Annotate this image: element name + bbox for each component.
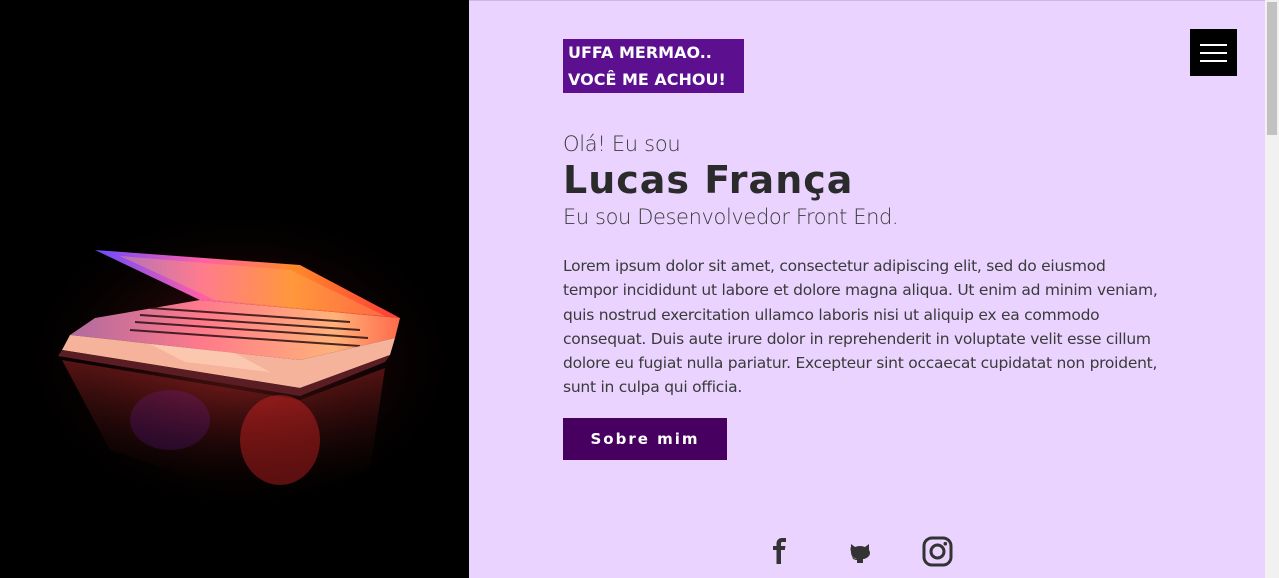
easter-egg-badge: UFFA MERMAO.. VOCÊ ME ACHOU! xyxy=(563,39,744,93)
laptop-illustration xyxy=(10,200,469,520)
main-content: UFFA MERMAO.. VOCÊ ME ACHOU! Olá! Eu sou… xyxy=(469,0,1265,578)
greeting-text: Olá! Eu sou xyxy=(563,132,681,156)
page-scrollbar[interactable] xyxy=(1265,0,1279,578)
scrollbar-thumb[interactable] xyxy=(1267,2,1277,135)
page-title: Lucas França xyxy=(563,158,854,202)
role-text: Eu sou Desenvolvedor Front End. xyxy=(563,205,899,229)
instagram-icon xyxy=(922,536,952,566)
menu-button[interactable] xyxy=(1190,29,1237,76)
badge-line-2: VOCÊ ME ACHOU! xyxy=(568,70,726,89)
hero-laptop-image xyxy=(0,0,469,578)
instagram-link[interactable] xyxy=(921,535,953,567)
github-icon xyxy=(850,544,870,563)
github-link[interactable] xyxy=(845,535,875,567)
bio-paragraph: Lorem ipsum dolor sit amet, consectetur … xyxy=(563,257,1158,397)
facebook-link[interactable] xyxy=(765,535,793,567)
about-me-button[interactable]: Sobre mim xyxy=(563,418,727,460)
facebook-icon xyxy=(773,538,786,564)
badge-line-1: UFFA MERMAO.. xyxy=(568,43,712,62)
